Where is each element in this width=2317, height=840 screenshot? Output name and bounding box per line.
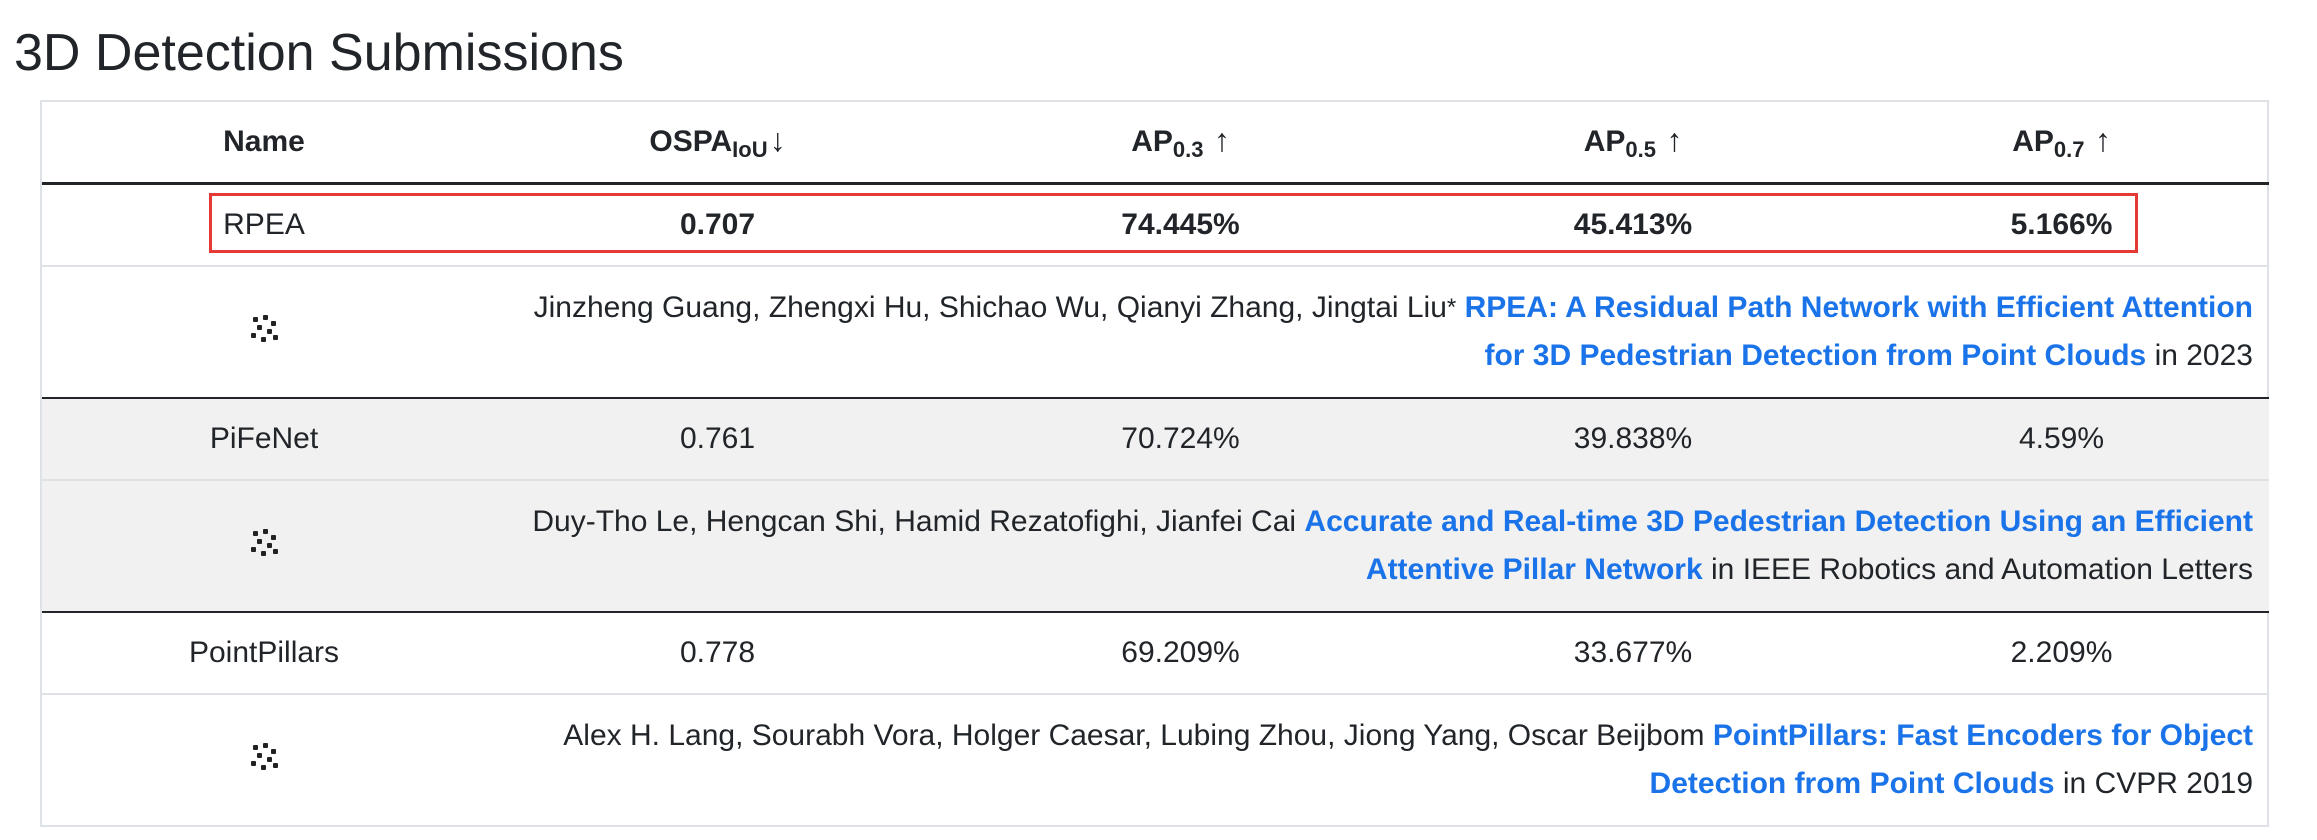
row-ap03: 70.724% xyxy=(949,397,1412,480)
row-ap05: 39.838% xyxy=(1412,397,1854,480)
table-detail-row: Duy-Tho Le, Hengcan Shi, Hamid Rezatofig… xyxy=(42,479,2269,612)
detail-icon-cell xyxy=(42,479,486,612)
paper-link[interactable]: RPEA: A Residual Path Network with Effic… xyxy=(1465,291,2253,372)
citation-venue: in CVPR 2019 xyxy=(2062,767,2253,800)
point-cloud-icon xyxy=(249,527,279,557)
header-ap07-sub: 0.7 xyxy=(2053,136,2085,162)
header-ospa-label: OSPA xyxy=(649,124,733,158)
header-ospa-sub: IoU xyxy=(732,136,768,162)
citation-authors: Jinzheng Guang, Zhengxi Hu, Shichao Wu, … xyxy=(533,291,1447,324)
row-ap03: 69.209% xyxy=(949,611,1412,694)
header-ap03-sub: 0.3 xyxy=(1172,136,1204,162)
row-ap07: 2.209% xyxy=(1854,611,2269,694)
table-detail-row: Alex H. Lang, Sourabh Vora, Holger Caesa… xyxy=(42,693,2269,825)
header-ap03[interactable]: AP0.3 ↑ xyxy=(949,102,1412,185)
sort-up-arrow-icon: ↑ xyxy=(2094,121,2111,158)
row-ap05: 33.677% xyxy=(1412,611,1854,694)
row-ap07: 4.59% xyxy=(1854,397,2269,480)
header-ap05[interactable]: AP0.5 ↑ xyxy=(1412,102,1854,185)
citation-venue: in 2023 xyxy=(2154,339,2253,372)
header-ap03-label: AP xyxy=(1131,124,1173,158)
citation-venue: in IEEE Robotics and Automation Letters xyxy=(1711,553,2253,586)
row-ap05: 45.413% xyxy=(1412,182,1854,266)
header-ap05-label: AP xyxy=(1583,124,1626,158)
sort-down-arrow-icon: ↓ xyxy=(769,121,786,158)
header-ap07-label: AP xyxy=(2012,124,2054,158)
row-name: PointPillars xyxy=(42,611,486,694)
row-ospa: 0.761 xyxy=(486,397,949,480)
sort-up-arrow-icon: ↑ xyxy=(1213,121,1230,158)
header-ap05-sub: 0.5 xyxy=(1625,136,1656,162)
citation-authors: Duy-Tho Le, Hengcan Shi, Hamid Rezatofig… xyxy=(532,505,1297,538)
citation-authors: Alex H. Lang, Sourabh Vora, Holger Caesa… xyxy=(563,719,1705,752)
detail-icon-cell xyxy=(42,265,486,398)
header-ospa[interactable]: OSPAIoU↓ xyxy=(486,102,949,185)
point-cloud-icon xyxy=(249,741,279,771)
header-name[interactable]: Name xyxy=(42,102,486,185)
row-ap03: 74.445% xyxy=(949,182,1412,266)
table-row: PiFeNet 0.761 70.724% 39.838% 4.59% xyxy=(42,397,2269,480)
citation: Duy-Tho Le, Hengcan Shi, Hamid Rezatofig… xyxy=(486,479,2269,612)
point-cloud-icon xyxy=(249,313,279,343)
row-ap07: 5.166% xyxy=(1854,182,2269,266)
page-title: 3D Detection Submissions xyxy=(14,24,624,82)
row-ospa: 0.778 xyxy=(486,611,949,694)
table-header-row: Name OSPAIoU↓ AP0.3 ↑ AP0.5 ↑ AP0.7 ↑ xyxy=(42,102,2269,185)
detail-icon-cell xyxy=(42,693,486,825)
table-detail-row: Jinzheng Guang, Zhengxi Hu, Shichao Wu, … xyxy=(42,265,2269,398)
author-mark: * xyxy=(1446,294,1457,321)
row-name: RPEA xyxy=(42,182,486,266)
header-ap07[interactable]: AP0.7 ↑ xyxy=(1854,102,2269,185)
submissions-table: Name OSPAIoU↓ AP0.3 ↑ AP0.5 ↑ AP0.7 ↑ RP… xyxy=(40,100,2269,827)
row-ospa: 0.707 xyxy=(486,182,949,266)
citation: Alex H. Lang, Sourabh Vora, Holger Caesa… xyxy=(486,693,2269,825)
row-name: PiFeNet xyxy=(42,397,486,480)
table-row: RPEA 0.707 74.445% 45.413% 5.166% xyxy=(42,182,2269,266)
table-row: PointPillars 0.778 69.209% 33.677% 2.209… xyxy=(42,611,2269,694)
sort-up-arrow-icon: ↑ xyxy=(1666,121,1683,158)
citation: Jinzheng Guang, Zhengxi Hu, Shichao Wu, … xyxy=(486,265,2269,398)
